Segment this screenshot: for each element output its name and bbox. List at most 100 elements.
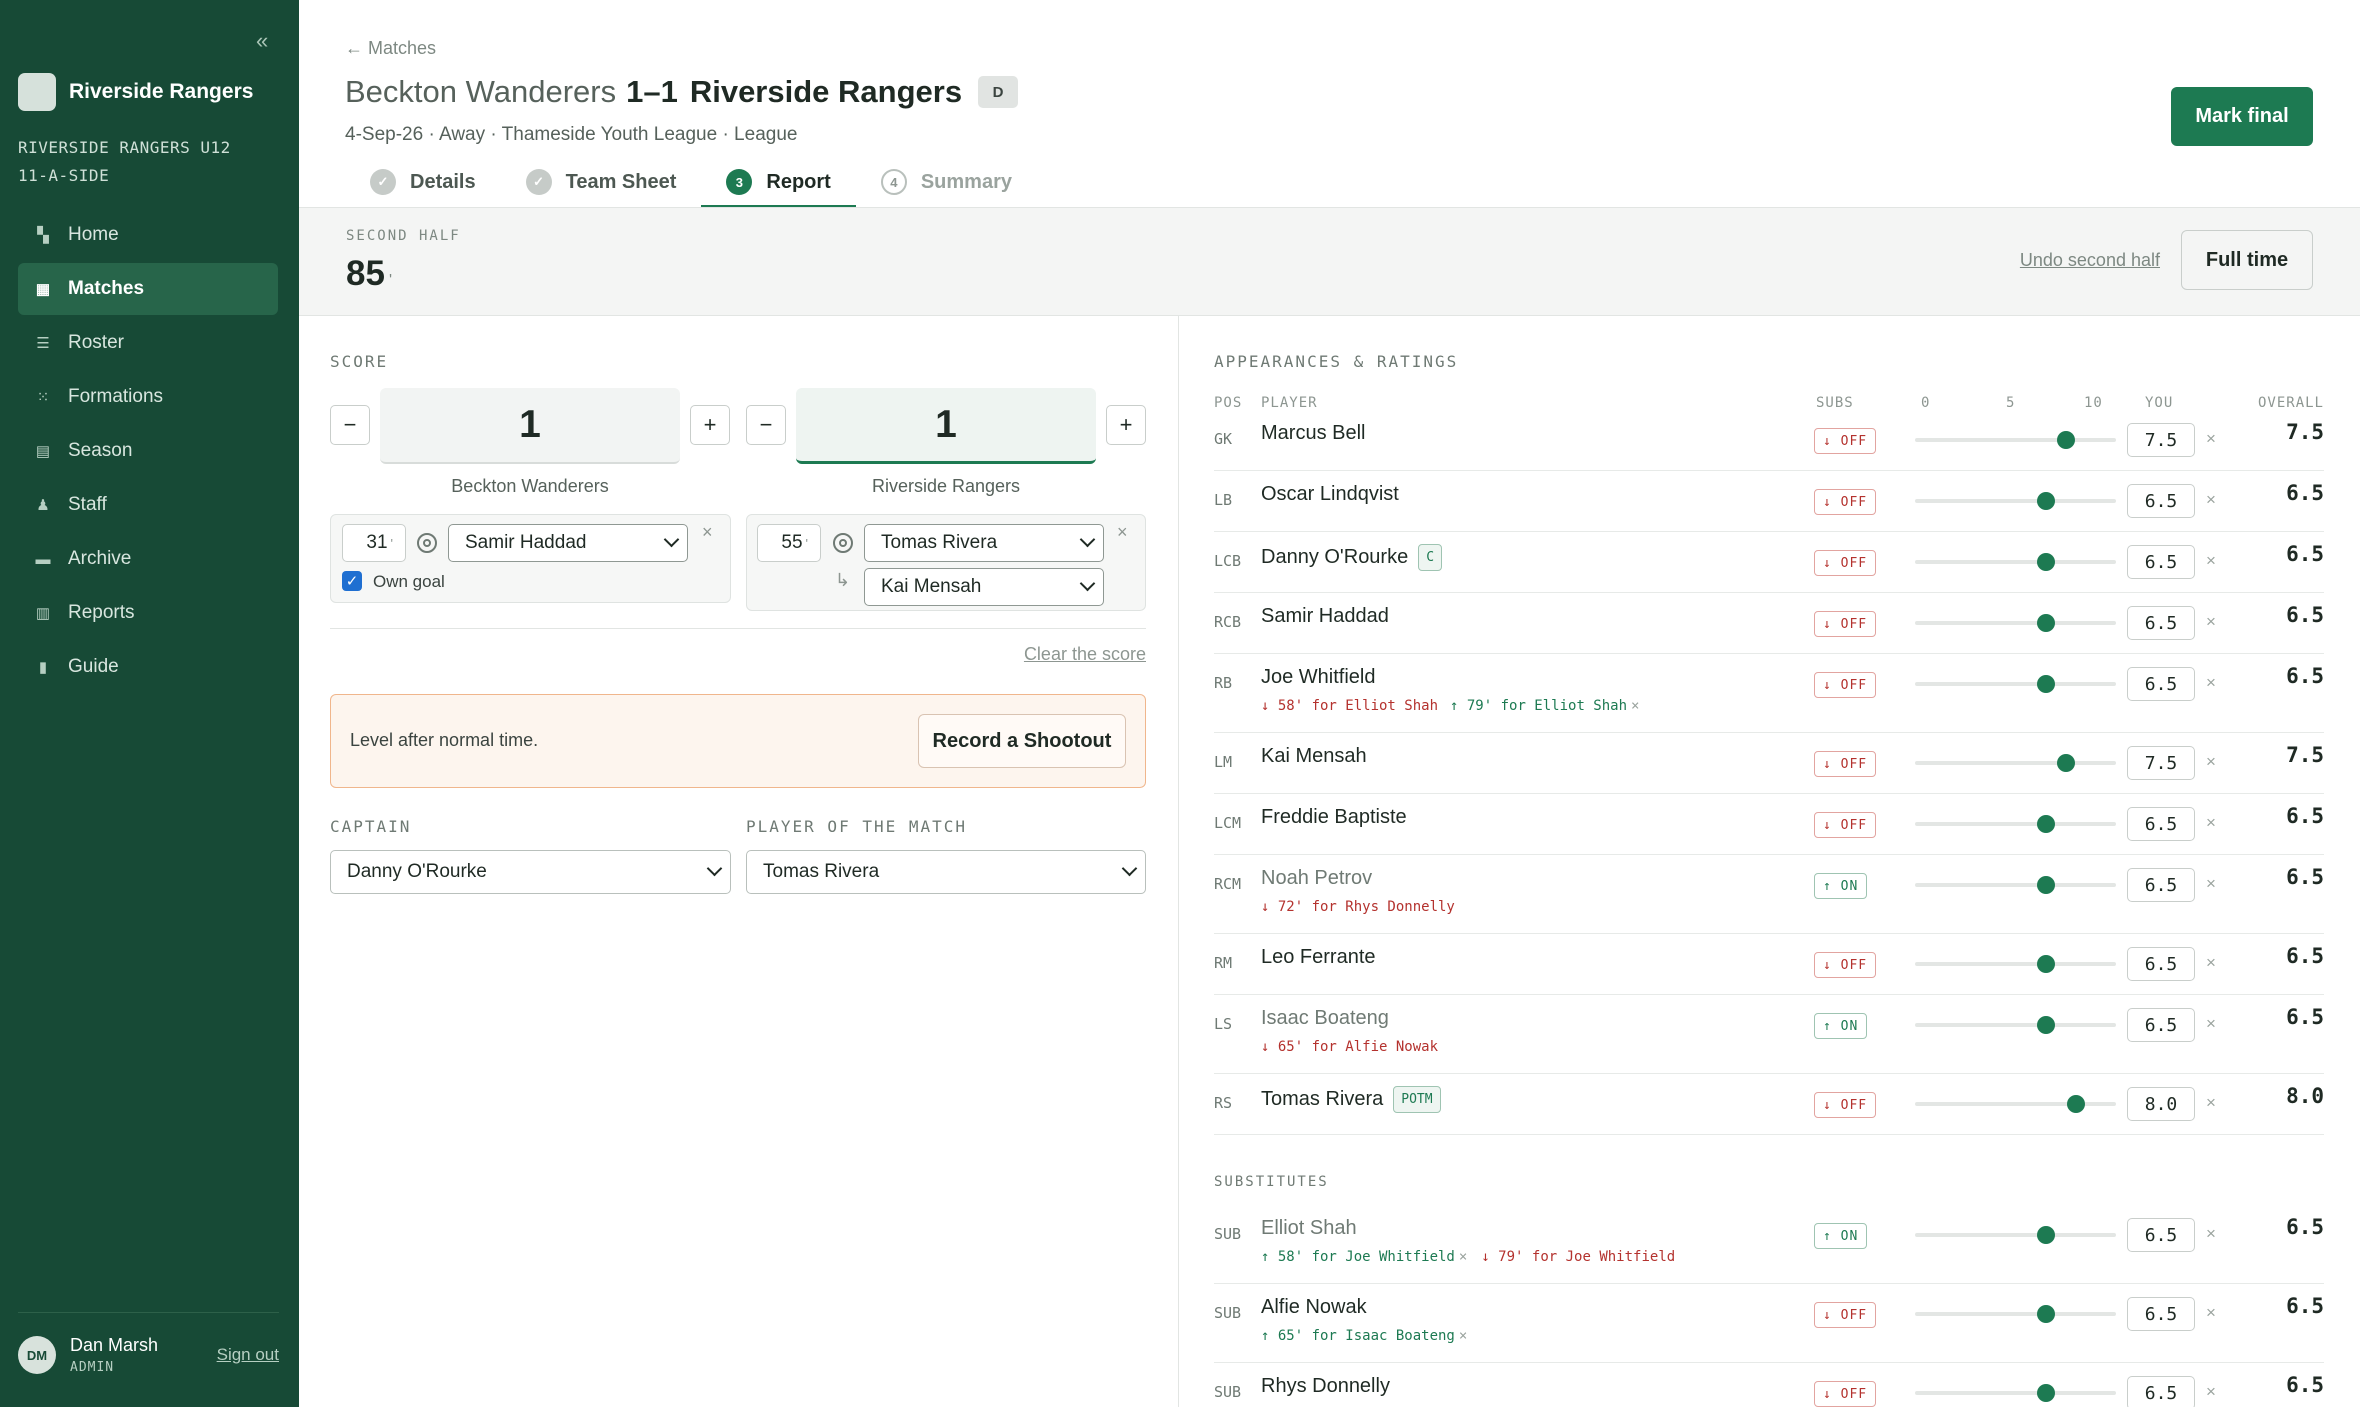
sub-status-badge[interactable]: ↓ OFF xyxy=(1814,1381,1877,1407)
rating-slider[interactable] xyxy=(1915,492,2116,510)
rating-slider[interactable] xyxy=(1915,675,2116,693)
your-rating-input[interactable]: 7.5 xyxy=(2127,423,2195,457)
away-score-value[interactable]: 1 xyxy=(796,388,1096,464)
sub-status-badge[interactable]: ↓ OFF xyxy=(1814,550,1877,576)
sidebar-item-archive[interactable]: ▬ Archive xyxy=(18,533,278,585)
sub-status-badge[interactable]: ↓ OFF xyxy=(1814,952,1877,978)
sub-status-badge[interactable]: ↑ ON xyxy=(1814,1013,1868,1039)
remove-sub-event-icon[interactable]: × xyxy=(1459,1328,1467,1344)
your-rating-input[interactable]: 6.5 xyxy=(2127,545,2195,579)
your-rating-input[interactable]: 6.5 xyxy=(2127,667,2195,701)
clear-rating-icon[interactable]: × xyxy=(2206,1224,2216,1244)
your-rating-input[interactable]: 6.5 xyxy=(2127,1008,2195,1042)
sub-status-badge[interactable]: ↓ OFF xyxy=(1814,489,1877,515)
clear-rating-icon[interactable]: × xyxy=(2206,813,2216,833)
remove-sub-event-icon[interactable]: × xyxy=(1459,1249,1467,1265)
your-rating-input[interactable]: 6.5 xyxy=(2127,1218,2195,1252)
rating-slider[interactable] xyxy=(1915,754,2116,772)
clear-rating-icon[interactable]: × xyxy=(2206,490,2216,510)
sub-status-badge[interactable]: ↑ ON xyxy=(1814,1223,1868,1249)
rating-slider-thumb[interactable] xyxy=(2056,431,2075,449)
collapse-sidebar-icon[interactable]: « xyxy=(256,28,268,54)
your-rating-input[interactable]: 6.5 xyxy=(2127,868,2195,902)
back-to-matches-link[interactable]: ← Matches xyxy=(345,38,436,59)
rating-slider-thumb[interactable] xyxy=(2036,492,2055,510)
your-rating-input[interactable]: 6.5 xyxy=(2127,606,2195,640)
rating-slider[interactable] xyxy=(1915,876,2116,894)
clear-rating-icon[interactable]: × xyxy=(2206,612,2216,632)
rating-slider-thumb[interactable] xyxy=(2036,553,2055,571)
rating-slider-thumb[interactable] xyxy=(2066,1095,2085,1113)
rating-slider-thumb[interactable] xyxy=(2036,1384,2055,1402)
rating-slider[interactable] xyxy=(1915,1016,2116,1034)
remove-goal-icon[interactable]: × xyxy=(702,522,713,543)
sub-status-badge[interactable]: ↑ ON xyxy=(1814,873,1868,899)
clear-rating-icon[interactable]: × xyxy=(2206,1093,2216,1113)
rating-slider-thumb[interactable] xyxy=(2036,1305,2055,1323)
sidebar-item-reports[interactable]: ▥ Reports xyxy=(18,587,278,639)
home-score-increment-button[interactable]: + xyxy=(690,405,730,445)
sidebar-item-roster[interactable]: ☰ Roster xyxy=(18,317,278,369)
captain-select[interactable]: Danny O'Rourke xyxy=(330,850,731,894)
rating-slider[interactable] xyxy=(1915,815,2116,833)
sub-status-badge[interactable]: ↓ OFF xyxy=(1814,1302,1877,1328)
your-rating-input[interactable]: 6.5 xyxy=(2127,1297,2195,1331)
tab-report[interactable]: 3 Report xyxy=(701,156,857,208)
clear-rating-icon[interactable]: × xyxy=(2206,874,2216,894)
goal-scorer-select[interactable]: Tomas Rivera xyxy=(864,524,1104,562)
sub-status-badge[interactable]: ↓ OFF xyxy=(1814,1092,1877,1118)
sidebar-item-guide[interactable]: ▮ Guide xyxy=(18,641,278,693)
potm-select[interactable]: Tomas Rivera xyxy=(746,850,1146,894)
tab-details[interactable]: ✓ Details xyxy=(345,156,501,208)
rating-slider[interactable] xyxy=(1915,1305,2116,1323)
sub-status-badge[interactable]: ↓ OFF xyxy=(1814,751,1877,777)
mark-final-button[interactable]: Mark final xyxy=(2171,87,2313,146)
assist-select[interactable]: Kai Mensah xyxy=(864,568,1104,606)
your-rating-input[interactable]: 6.5 xyxy=(2127,1376,2195,1407)
clear-rating-icon[interactable]: × xyxy=(2206,551,2216,571)
goal-scorer-select[interactable]: Samir Haddad xyxy=(448,524,688,562)
rating-slider[interactable] xyxy=(1915,614,2116,632)
record-shootout-button[interactable]: Record a Shootout xyxy=(918,714,1126,768)
clear-score-link[interactable]: Clear the score xyxy=(1024,644,1146,665)
your-rating-input[interactable]: 8.0 xyxy=(2127,1087,2195,1121)
away-score-decrement-button[interactable]: − xyxy=(746,405,786,445)
sub-status-badge[interactable]: ↓ OFF xyxy=(1814,672,1877,698)
sidebar-item-season[interactable]: ▤ Season xyxy=(18,425,278,477)
sidebar-item-matches[interactable]: ▦ Matches xyxy=(18,263,278,315)
rating-slider-thumb[interactable] xyxy=(2036,1016,2055,1034)
clear-rating-icon[interactable]: × xyxy=(2206,673,2216,693)
goal-minute-input[interactable]: 55 ' xyxy=(757,524,821,562)
sidebar-item-formations[interactable]: ⁙ Formations xyxy=(18,371,278,423)
sub-status-badge[interactable]: ↓ OFF xyxy=(1814,812,1877,838)
rating-slider[interactable] xyxy=(1915,1095,2116,1113)
clear-rating-icon[interactable]: × xyxy=(2206,752,2216,772)
own-goal-checkbox[interactable]: ✓ xyxy=(342,571,362,591)
undo-second-half-link[interactable]: Undo second half xyxy=(2020,250,2160,271)
clear-rating-icon[interactable]: × xyxy=(2206,1303,2216,1323)
rating-slider-thumb[interactable] xyxy=(2036,614,2055,632)
brand[interactable]: Riverside Rangers xyxy=(18,73,253,111)
sub-status-badge[interactable]: ↓ OFF xyxy=(1814,611,1877,637)
your-rating-input[interactable]: 6.5 xyxy=(2127,484,2195,518)
clear-rating-icon[interactable]: × xyxy=(2206,1382,2216,1402)
clear-rating-icon[interactable]: × xyxy=(2206,1014,2216,1034)
rating-slider-thumb[interactable] xyxy=(2036,955,2055,973)
rating-slider[interactable] xyxy=(1915,431,2116,449)
rating-slider[interactable] xyxy=(1915,1384,2116,1402)
sidebar-item-home[interactable]: ▚ Home xyxy=(18,209,278,261)
sidebar-item-staff[interactable]: ♟ Staff xyxy=(18,479,278,531)
away-score-increment-button[interactable]: + xyxy=(1106,405,1146,445)
clear-rating-icon[interactable]: × xyxy=(2206,953,2216,973)
rating-slider-thumb[interactable] xyxy=(2056,754,2075,772)
rating-slider-thumb[interactable] xyxy=(2036,815,2055,833)
remove-sub-event-icon[interactable]: × xyxy=(1631,698,1639,714)
your-rating-input[interactable]: 7.5 xyxy=(2127,746,2195,780)
rating-slider-thumb[interactable] xyxy=(2036,876,2055,894)
tab-team-sheet[interactable]: ✓ Team Sheet xyxy=(501,156,702,208)
rating-slider-thumb[interactable] xyxy=(2036,675,2055,693)
your-rating-input[interactable]: 6.5 xyxy=(2127,807,2195,841)
home-score-decrement-button[interactable]: − xyxy=(330,405,370,445)
goal-minute-input[interactable]: 31 ' xyxy=(342,524,406,562)
sign-out-link[interactable]: Sign out xyxy=(217,1345,279,1365)
